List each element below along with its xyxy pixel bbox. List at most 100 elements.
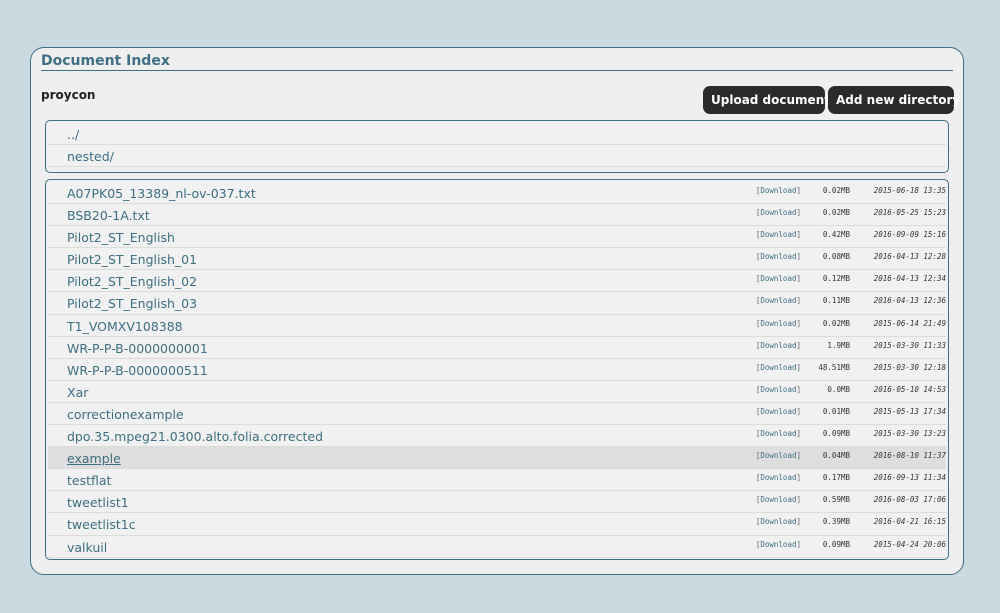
download-link[interactable]: Download — [760, 495, 796, 504]
file-row[interactable]: BSB20-1A.txt [Download] 0.02MB 2016-05-25 1… — [48, 204, 946, 227]
download-link[interactable]: Download — [760, 208, 796, 217]
download-link-wrapper: [Download] — [756, 230, 801, 239]
file-date: 2016-08-03 17:06 — [873, 495, 946, 505]
download-link[interactable]: Download — [760, 429, 796, 438]
file-size: 0.09MB — [822, 429, 850, 439]
bracket-close: ] — [796, 473, 801, 483]
file-date: 2015-04-24 20:06 — [873, 539, 946, 549]
page-title: Document Index — [41, 53, 170, 69]
download-link-wrapper: [Download] — [756, 407, 801, 416]
file-link[interactable]: tweetlist1 — [67, 495, 129, 510]
file-row[interactable]: Pilot2_ST_English_02 [Download] 0.12MB 2016… — [48, 270, 946, 293]
file-row[interactable]: Pilot2_ST_English_01 [Download] 0.08MB 2016… — [48, 248, 946, 271]
file-size: 0.02MB — [822, 186, 850, 195]
file-size: 0.08MB — [822, 252, 850, 262]
bracket-close: ] — [796, 517, 801, 527]
download-link[interactable]: Download — [760, 230, 796, 239]
file-date: 2016-05-25 15:23 — [873, 208, 946, 218]
download-link-wrapper: [Download] — [756, 252, 801, 261]
file-link[interactable]: valkuil — [67, 540, 107, 555]
download-link[interactable]: Download — [760, 517, 796, 526]
directory-row[interactable]: ../ — [48, 123, 946, 146]
bracket-close: ] — [796, 495, 801, 505]
bracket-close: ] — [796, 451, 801, 461]
file-link[interactable]: Pilot2_ST_English_03 — [67, 296, 197, 311]
bracket-close: ] — [796, 208, 801, 218]
directory-link[interactable]: ../ — [67, 127, 79, 142]
download-link-wrapper: [Download] — [756, 274, 801, 283]
file-size: 0.04MB — [822, 451, 850, 461]
upload-document-button[interactable]: Upload document — [703, 86, 830, 114]
file-row[interactable]: Xar [Download] 0.0MB 2016-05-10 14:53 — [48, 380, 946, 403]
file-size: 48.51MB — [818, 362, 850, 372]
file-row[interactable]: Pilot2_ST_English [Download] 0.42MB 2016-09… — [48, 226, 946, 249]
file-row[interactable]: WR-P-P-B-0000000511 [Download] 48.51MB 2015… — [48, 358, 946, 381]
bracket-close: ] — [796, 252, 801, 262]
file-link[interactable]: Pilot2_ST_English_01 — [67, 252, 197, 267]
file-link[interactable]: tweetlist1c — [67, 517, 136, 532]
file-row[interactable]: A07PK05_13389_nl-ov-037.txt [Download] 0.0… — [48, 182, 946, 205]
file-link[interactable]: example — [67, 451, 121, 466]
file-date: 2015-05-13 17:34 — [873, 406, 946, 416]
file-row[interactable]: tweetlist1 [Download] 0.59MB 2016-08-03 17:… — [48, 491, 946, 514]
download-link-wrapper: [Download] — [756, 451, 801, 460]
file-row[interactable]: correctionexample [Download] 0.01MB 2015-05… — [48, 402, 946, 426]
download-link[interactable]: Download — [760, 186, 796, 195]
file-row[interactable]: tweetlist1c [Download] 0.39MB 2016-04-21 16… — [48, 513, 946, 536]
file-date: 2016-04-13 12:34 — [873, 274, 946, 284]
download-link[interactable]: Download — [760, 274, 796, 283]
file-link[interactable]: T1_VOMXV108388 — [67, 319, 183, 334]
file-link[interactable]: WR-P-P-B-0000000511 — [67, 363, 208, 378]
file-row[interactable]: Pilot2_ST_English_03 [Download] 0.11MB 2016… — [48, 292, 946, 315]
file-link[interactable]: testflat — [67, 473, 111, 488]
file-size: 0.42MB — [822, 230, 850, 240]
file-size: 0.0MB — [827, 384, 850, 394]
download-link[interactable]: Download — [760, 451, 796, 460]
file-row[interactable]: valkuil [Download] 0.09MB 2015-04-24 20:06 — [48, 535, 946, 558]
download-link-wrapper: [Download] — [756, 341, 801, 350]
file-list: A07PK05_13389_nl-ov-037.txt [Download] 0.0… — [45, 179, 949, 560]
file-row[interactable]: T1_VOMXV108388 [Download] 0.02MB 2015-06-14… — [48, 314, 946, 337]
directory-row[interactable]: nested/ — [48, 145, 946, 168]
file-row[interactable]: dpo.35.mpeg21.0300.alto.folia.corrected [… — [48, 425, 946, 448]
file-size: 0.02MB — [822, 318, 850, 328]
download-link[interactable]: Download — [760, 407, 796, 416]
file-link[interactable]: Pilot2_ST_English — [67, 230, 175, 245]
directory-link[interactable]: nested/ — [67, 149, 114, 164]
bracket-close: ] — [796, 406, 801, 416]
bracket-close: ] — [796, 186, 801, 195]
file-link[interactable]: Pilot2_ST_English_02 — [67, 274, 197, 289]
file-size: 0.12MB — [822, 274, 850, 284]
download-link[interactable]: Download — [760, 385, 796, 394]
file-size: 0.09MB — [822, 539, 850, 549]
file-size: 0.11MB — [822, 296, 850, 306]
add-new-directory-button[interactable]: Add new directory — [828, 86, 960, 114]
file-link[interactable]: Xar — [67, 385, 88, 400]
download-link[interactable]: Download — [760, 341, 796, 350]
file-row[interactable]: example [Download] 0.04MB 2016-08-10 11:37 — [48, 447, 946, 470]
download-link-wrapper: [Download] — [756, 208, 801, 217]
download-link[interactable]: Download — [760, 363, 796, 372]
file-row[interactable]: testflat [Download] 0.17MB 2016-09-13 11:34 — [48, 469, 946, 492]
file-date: 2016-04-13 12:28 — [873, 252, 946, 262]
file-link[interactable]: WR-P-P-B-0000000001 — [67, 341, 208, 356]
file-row[interactable]: WR-P-P-B-0000000001 [Download] 1.9MB 2015-0… — [48, 336, 946, 359]
bracket-close: ] — [796, 274, 801, 284]
file-date: 2016-08-10 11:37 — [873, 451, 946, 461]
title-divider — [41, 70, 953, 71]
user-name: proycon — [41, 88, 96, 102]
download-link[interactable]: Download — [760, 319, 796, 328]
download-link[interactable]: Download — [760, 252, 796, 261]
download-link-wrapper: [Download] — [756, 540, 801, 549]
download-link-wrapper: [Download] — [756, 319, 801, 328]
download-link[interactable]: Download — [760, 296, 796, 305]
file-link[interactable]: correctionexample — [67, 407, 184, 422]
download-link[interactable]: Download — [760, 473, 796, 482]
file-link[interactable]: A07PK05_13389_nl-ov-037.txt — [67, 186, 256, 201]
file-size: 0.39MB — [822, 517, 850, 527]
file-link[interactable]: BSB20-1A.txt — [67, 208, 150, 223]
download-link-wrapper: [Download] — [756, 429, 801, 438]
directory-list: ../ nested/ — [45, 120, 949, 173]
download-link[interactable]: Download — [760, 540, 796, 549]
file-link[interactable]: dpo.35.mpeg21.0300.alto.folia.corrected — [67, 429, 323, 444]
